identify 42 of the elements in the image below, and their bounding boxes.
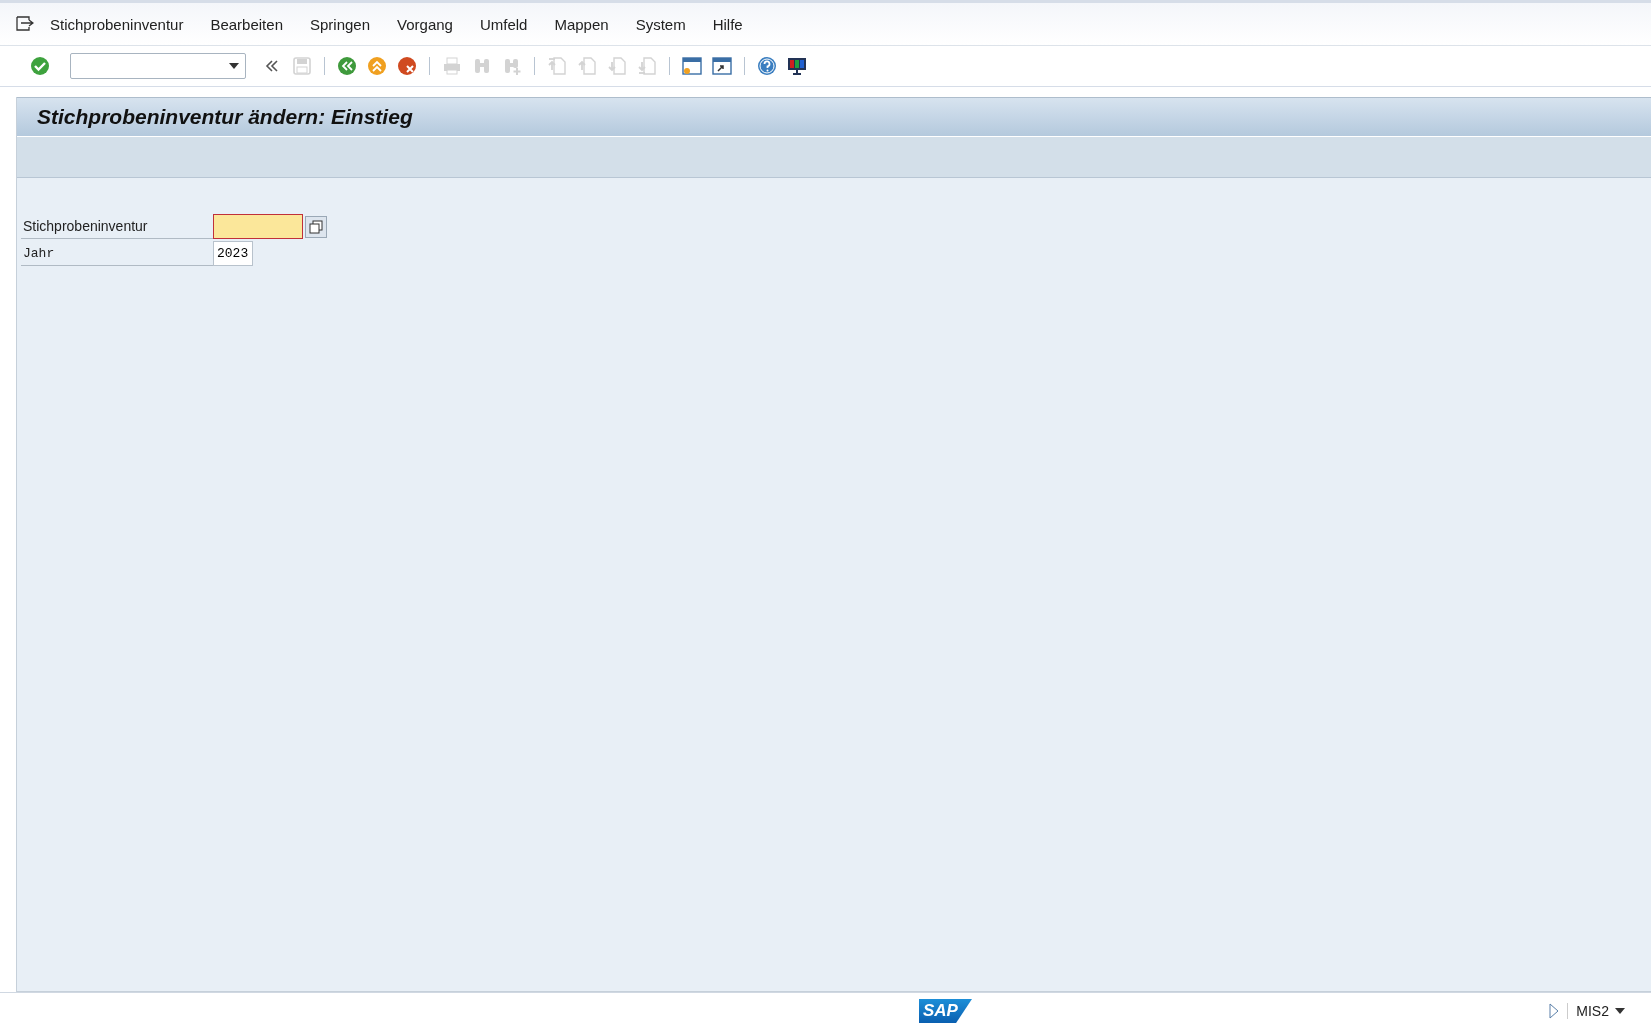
menu-item[interactable]: Hilfe [712,15,743,33]
page-down-icon [637,56,657,76]
page-down-icon [607,56,627,76]
command-field[interactable] [70,53,246,79]
input-field[interactable]: 2023 [213,241,253,266]
menu-icon[interactable] [16,16,34,32]
window-arrow-button[interactable] [710,54,734,78]
window-star-button[interactable] [680,54,704,78]
menu-item[interactable]: Vorgang [397,15,453,33]
page-up-icon [577,56,597,76]
screen-title: Stichprobeninventur ändern: Einstieg [37,105,413,129]
binoculars-plus-icon [502,56,522,76]
sap-logo: SAP [919,999,972,1023]
input-field[interactable] [213,214,303,239]
check-icon [30,56,50,76]
back-icon [337,56,357,76]
menu-item[interactable]: Mappen [554,15,609,33]
copy-icon [309,219,323,234]
check-button[interactable] [28,54,52,78]
cancel-button[interactable] [395,54,419,78]
save-icon [292,56,312,76]
menu-item[interactable]: Umfeld [479,15,528,33]
menu-item[interactable]: Bearbeiten [210,15,283,33]
printer-icon [442,56,462,76]
menu-item[interactable]: Stichprobeninventur [50,15,184,33]
monitor-icon [786,56,808,76]
exit-icon [367,56,387,76]
menu-item[interactable]: Springen [310,15,371,33]
page-up-icon [547,56,567,76]
triangle-icon[interactable] [1549,1003,1560,1019]
menu-item[interactable]: System [635,15,686,33]
caret-icon[interactable] [229,63,239,69]
binoculars-icon [472,56,492,76]
caret-icon [1615,1008,1625,1014]
copy-button[interactable] [305,215,327,238]
cancel-icon [397,56,417,76]
system-button[interactable]: MIS2 [1567,1003,1631,1019]
help-button[interactable] [755,54,779,78]
help-icon [757,56,777,76]
back-button[interactable] [335,54,359,78]
double-chevron-icon [265,60,279,72]
exit-button[interactable] [365,54,389,78]
